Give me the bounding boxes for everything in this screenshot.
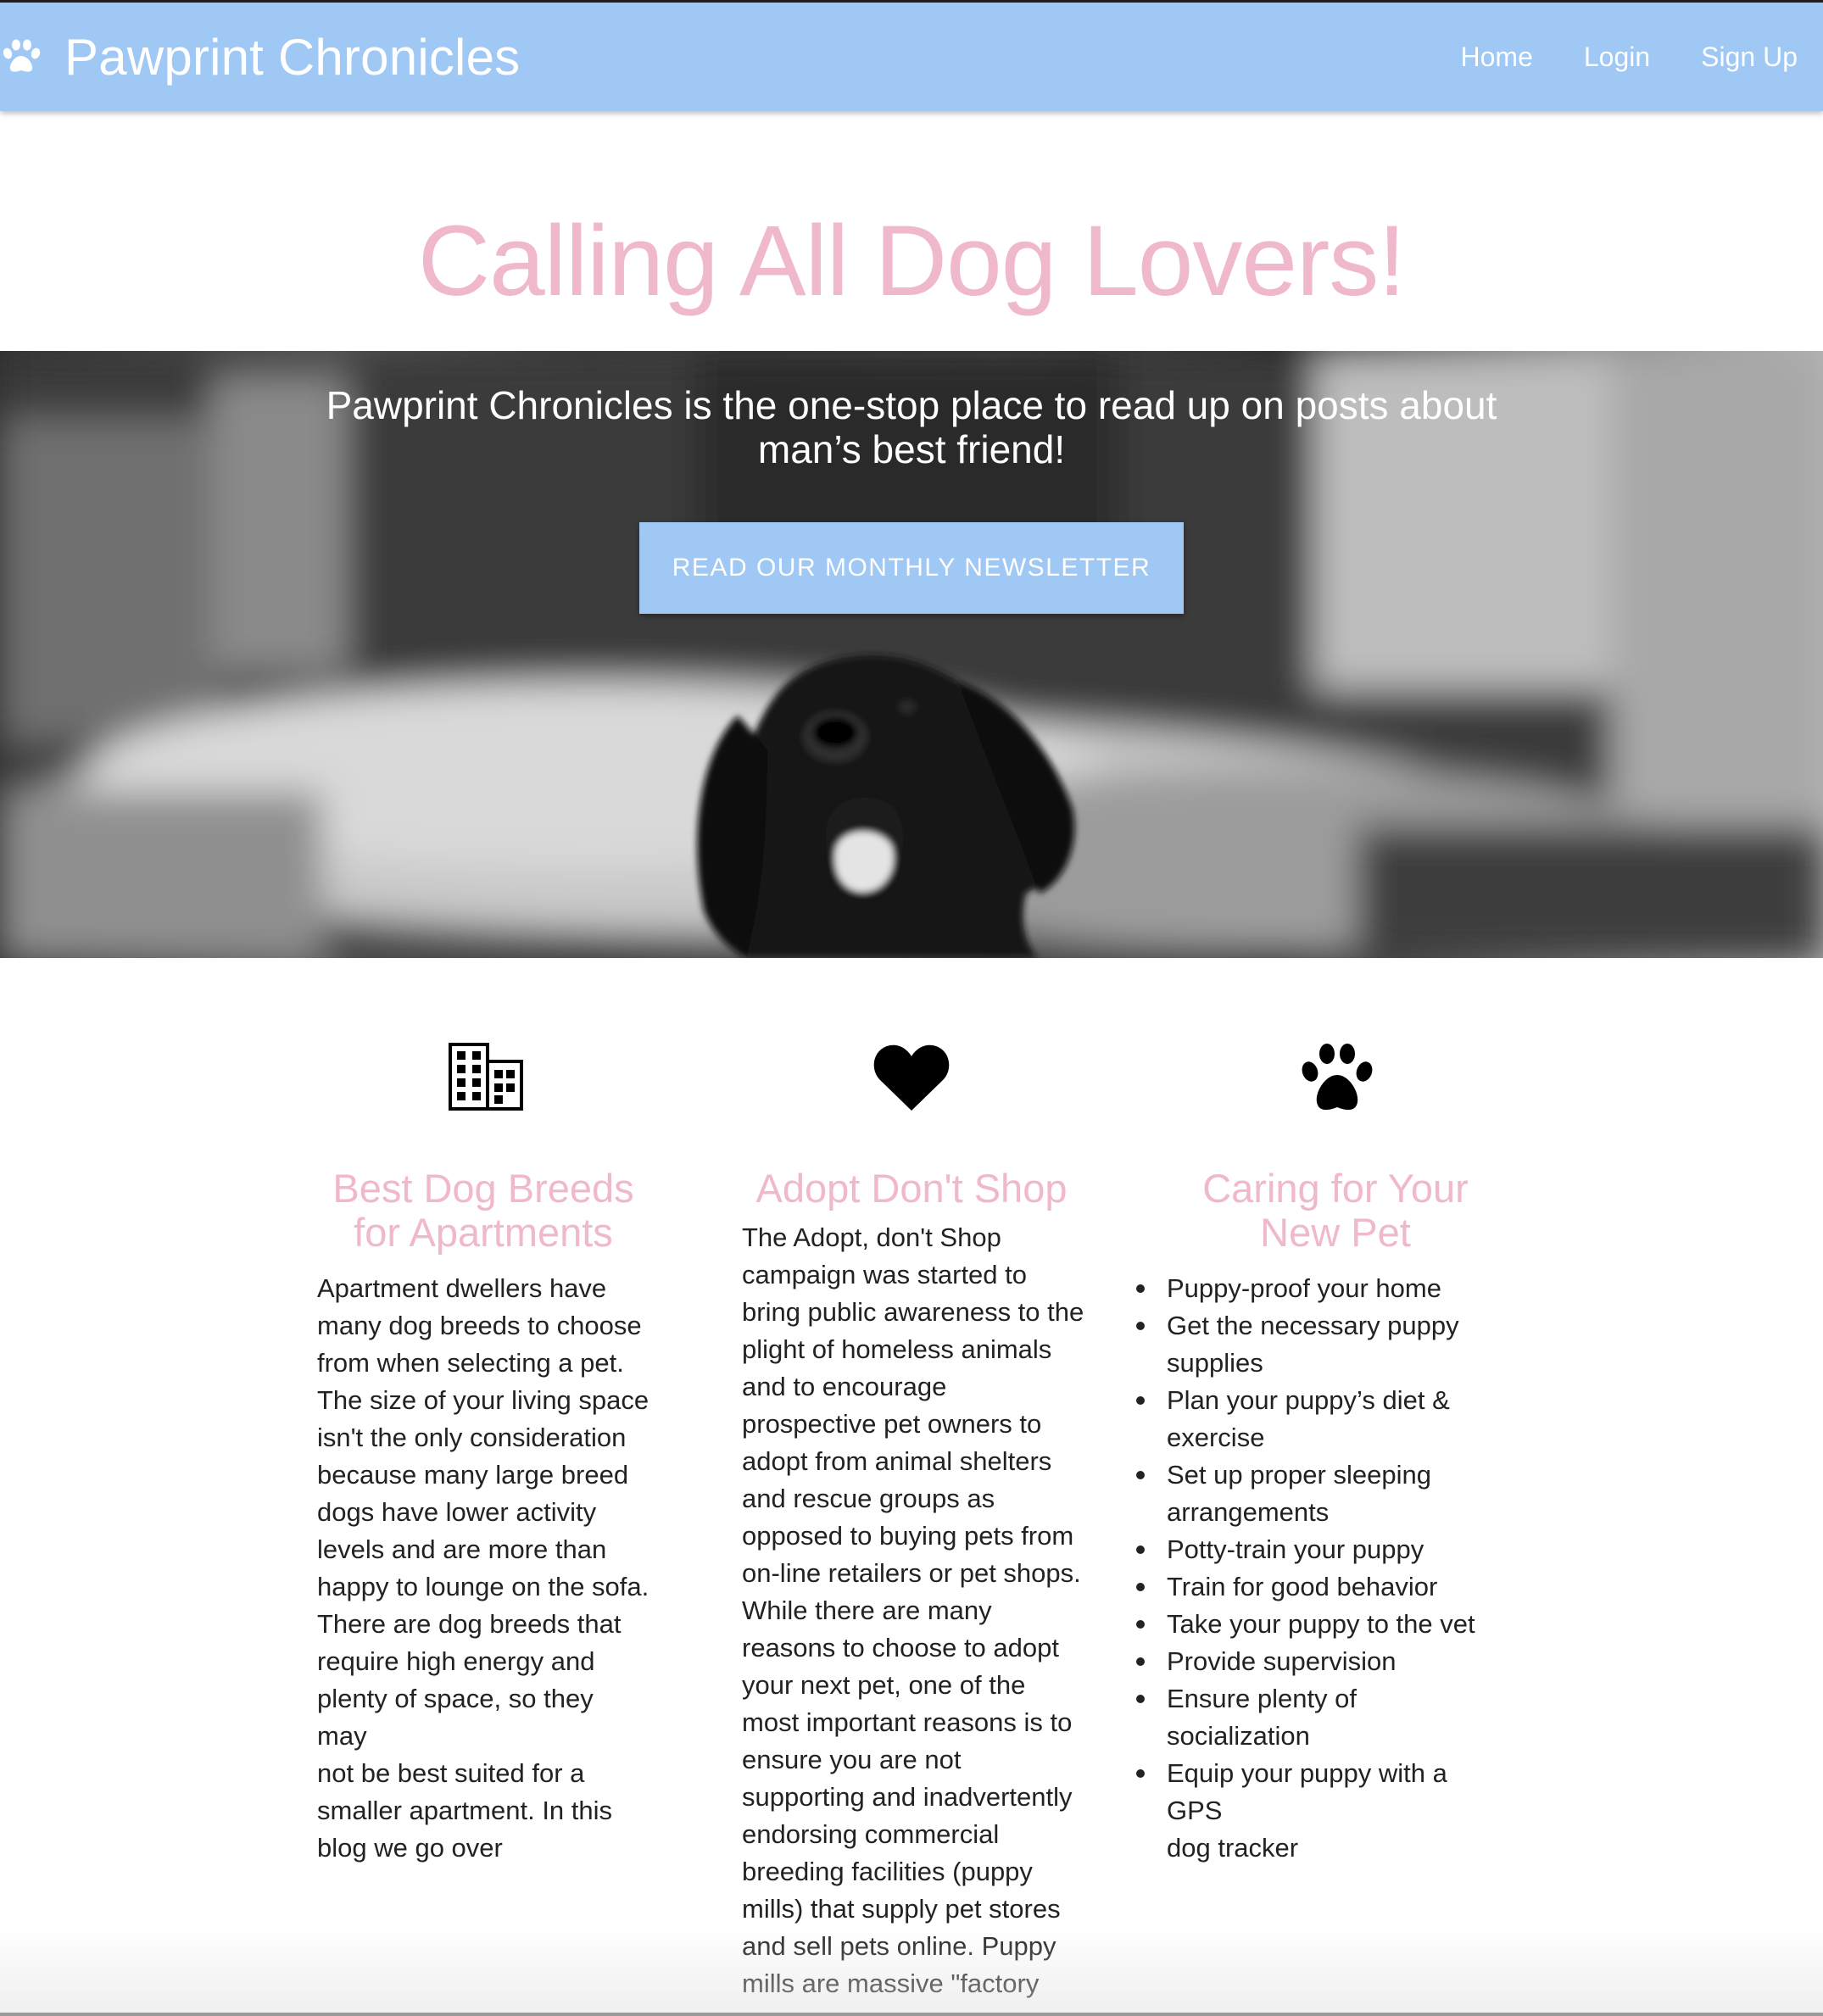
list-item: Potty-train your puppy	[1136, 1531, 1509, 1568]
paw-icon	[1302, 1044, 1373, 1111]
list-item-text: exercise	[1167, 1423, 1265, 1452]
list-item-text: dog tracker	[1167, 1833, 1299, 1863]
feature-title: Best Dog Breeds for Apartments	[317, 1167, 649, 1255]
text-line: The Adopt, don't Shop	[742, 1222, 1001, 1252]
text-line: There are dog breeds that	[317, 1609, 622, 1639]
feature-caring-new-pet: Caring for Your New Pet Puppy-proof your…	[1136, 1043, 1509, 1867]
text-line: adopt from animal shelters	[742, 1446, 1052, 1476]
text-line: require high energy and	[317, 1646, 595, 1676]
list-item: Get the necessary puppy supplies	[1136, 1307, 1509, 1382]
feature-title-line1: Caring for Your	[1202, 1166, 1469, 1211]
text-line: dogs have lower activity	[317, 1497, 597, 1527]
window-bottom-edge	[0, 2013, 1823, 2016]
nav-link-login[interactable]: Login	[1584, 42, 1650, 73]
list-item-text: Plan your puppy’s diet &	[1167, 1385, 1450, 1415]
building-icon	[449, 1043, 523, 1111]
list-item-text: Set up proper sleeping	[1167, 1460, 1431, 1490]
list-item-text: Potty-train your puppy	[1167, 1534, 1424, 1564]
text-line: Apartment dwellers have	[317, 1273, 607, 1303]
list-item-text: Train for good behavior	[1167, 1572, 1438, 1601]
text-line: not be best suited for a	[317, 1758, 585, 1788]
nav-link-sign-up[interactable]: Sign Up	[1701, 42, 1798, 73]
text-line: mills) that supply pet stores	[742, 1894, 1061, 1924]
text-line: reasons to choose to adopt	[742, 1633, 1059, 1662]
nav-link-home[interactable]: Home	[1461, 42, 1533, 73]
feature-title-line1: Adopt Don't Shop	[755, 1166, 1068, 1211]
nav-links: Home Login Sign Up	[1410, 42, 1798, 73]
list-item: Puppy-proof your home	[1136, 1270, 1509, 1307]
list-item: Plan your puppy’s diet & exercise	[1136, 1382, 1509, 1456]
feature-description: The Adopt, don't Shop campaign was start…	[742, 1219, 1090, 2002]
list-item-text: socialization	[1167, 1721, 1310, 1751]
text-line: because many large breed	[317, 1460, 629, 1490]
hero-tagline: Pawprint Chronicles is the one-stop plac…	[0, 383, 1823, 471]
navbar: Pawprint Chronicles Home Login Sign Up	[0, 0, 1823, 111]
text-line: plenty of space, so they may	[317, 1684, 594, 1751]
text-line: and to encourage	[742, 1372, 947, 1401]
text-line: levels and are more than	[317, 1534, 607, 1564]
hero-tagline-line1: Pawprint Chronicles is the one-stop plac…	[326, 383, 1497, 427]
text-line: prospective pet owners to	[742, 1409, 1042, 1439]
list-item: Take your puppy to the vet	[1136, 1606, 1509, 1643]
list-item-text: Provide supervision	[1167, 1646, 1397, 1676]
text-line: The size of your living space	[317, 1385, 649, 1415]
text-line: endorsing commercial	[742, 1819, 1000, 1849]
feature-adopt-dont-shop: Adopt Don't Shop The Adopt, don't Shop c…	[742, 1043, 1090, 2002]
hero-title: Calling All Dog Lovers!	[417, 205, 1406, 317]
list-item-text: Ensure plenty of	[1167, 1684, 1357, 1713]
list-item-text: Equip your puppy with a GPS	[1167, 1758, 1447, 1825]
text-line: blog we go over	[317, 1833, 503, 1863]
text-line: and sell pets online. Puppy	[742, 1931, 1056, 1961]
text-line: mills are massive "factory	[742, 1969, 1040, 1998]
hero-banner: Pawprint Chronicles is the one-stop plac…	[0, 351, 1823, 958]
text-line: campaign was started to	[742, 1260, 1028, 1289]
feature-apartment-breeds: Best Dog Breeds for Apartments Apartment…	[317, 1043, 649, 1867]
list-item-text: Get the necessary puppy	[1167, 1311, 1459, 1340]
list-item-text: Puppy-proof your home	[1167, 1273, 1441, 1303]
list-item-text: Take your puppy to the vet	[1167, 1609, 1475, 1639]
list-item: Provide supervision	[1136, 1643, 1509, 1680]
text-line: supporting and inadvertently	[742, 1782, 1073, 1812]
heart-icon	[873, 1044, 950, 1111]
text-line: and rescue groups as	[742, 1484, 995, 1513]
newsletter-button[interactable]: READ OUR MONTHLY NEWSLETTER	[639, 522, 1184, 614]
text-line: bring public awareness to the	[742, 1297, 1084, 1327]
feature-title-line2: New Pet	[1260, 1210, 1411, 1255]
text-line: breeding facilities (puppy	[742, 1857, 1033, 1886]
list-item: Set up proper sleeping arrangements	[1136, 1456, 1509, 1531]
text-line: on-line retailers or pet shops.	[742, 1558, 1081, 1588]
list-item-text: arrangements	[1167, 1497, 1330, 1527]
paw-icon	[3, 39, 41, 72]
hero-tagline-line2: man’s best friend!	[757, 427, 1066, 471]
list-item: Equip your puppy with a GPS dog tracker	[1136, 1755, 1509, 1867]
list-item: Train for good behavior	[1136, 1568, 1509, 1606]
feature-title: Caring for Your New Pet	[1136, 1167, 1535, 1255]
text-line: happy to lounge on the sofa.	[317, 1572, 649, 1601]
feature-title-line1: Best Dog Breeds	[332, 1166, 634, 1211]
text-line: opposed to buying pets from	[742, 1521, 1074, 1551]
list-item: Ensure plenty of socialization	[1136, 1680, 1509, 1755]
brand[interactable]: Pawprint Chronicles	[0, 3, 520, 111]
text-line: smaller apartment. In this	[317, 1796, 613, 1825]
brand-name: Pawprint Chronicles	[64, 28, 521, 86]
text-line: ensure you are not	[742, 1745, 962, 1774]
care-checklist: Puppy-proof your home Get the necessary …	[1136, 1270, 1509, 1867]
text-line: many dog breeds to choose	[317, 1311, 642, 1340]
page: Pawprint Chronicles Home Login Sign Up C…	[0, 0, 1823, 2016]
text-line: most important reasons is to	[742, 1707, 1073, 1737]
text-line: isn't the only consideration	[317, 1423, 627, 1452]
text-line: from when selecting a pet.	[317, 1348, 624, 1378]
list-item-text: supplies	[1167, 1348, 1263, 1378]
feature-description: Apartment dwellers have many dog breeds …	[317, 1270, 649, 1867]
text-line: plight of homeless animals	[742, 1334, 1052, 1364]
text-line: While there are many	[742, 1596, 992, 1625]
feature-title-line2: for Apartments	[354, 1210, 613, 1255]
feature-title: Adopt Don't Shop	[742, 1167, 1081, 1211]
text-line: your next pet, one of the	[742, 1670, 1026, 1700]
